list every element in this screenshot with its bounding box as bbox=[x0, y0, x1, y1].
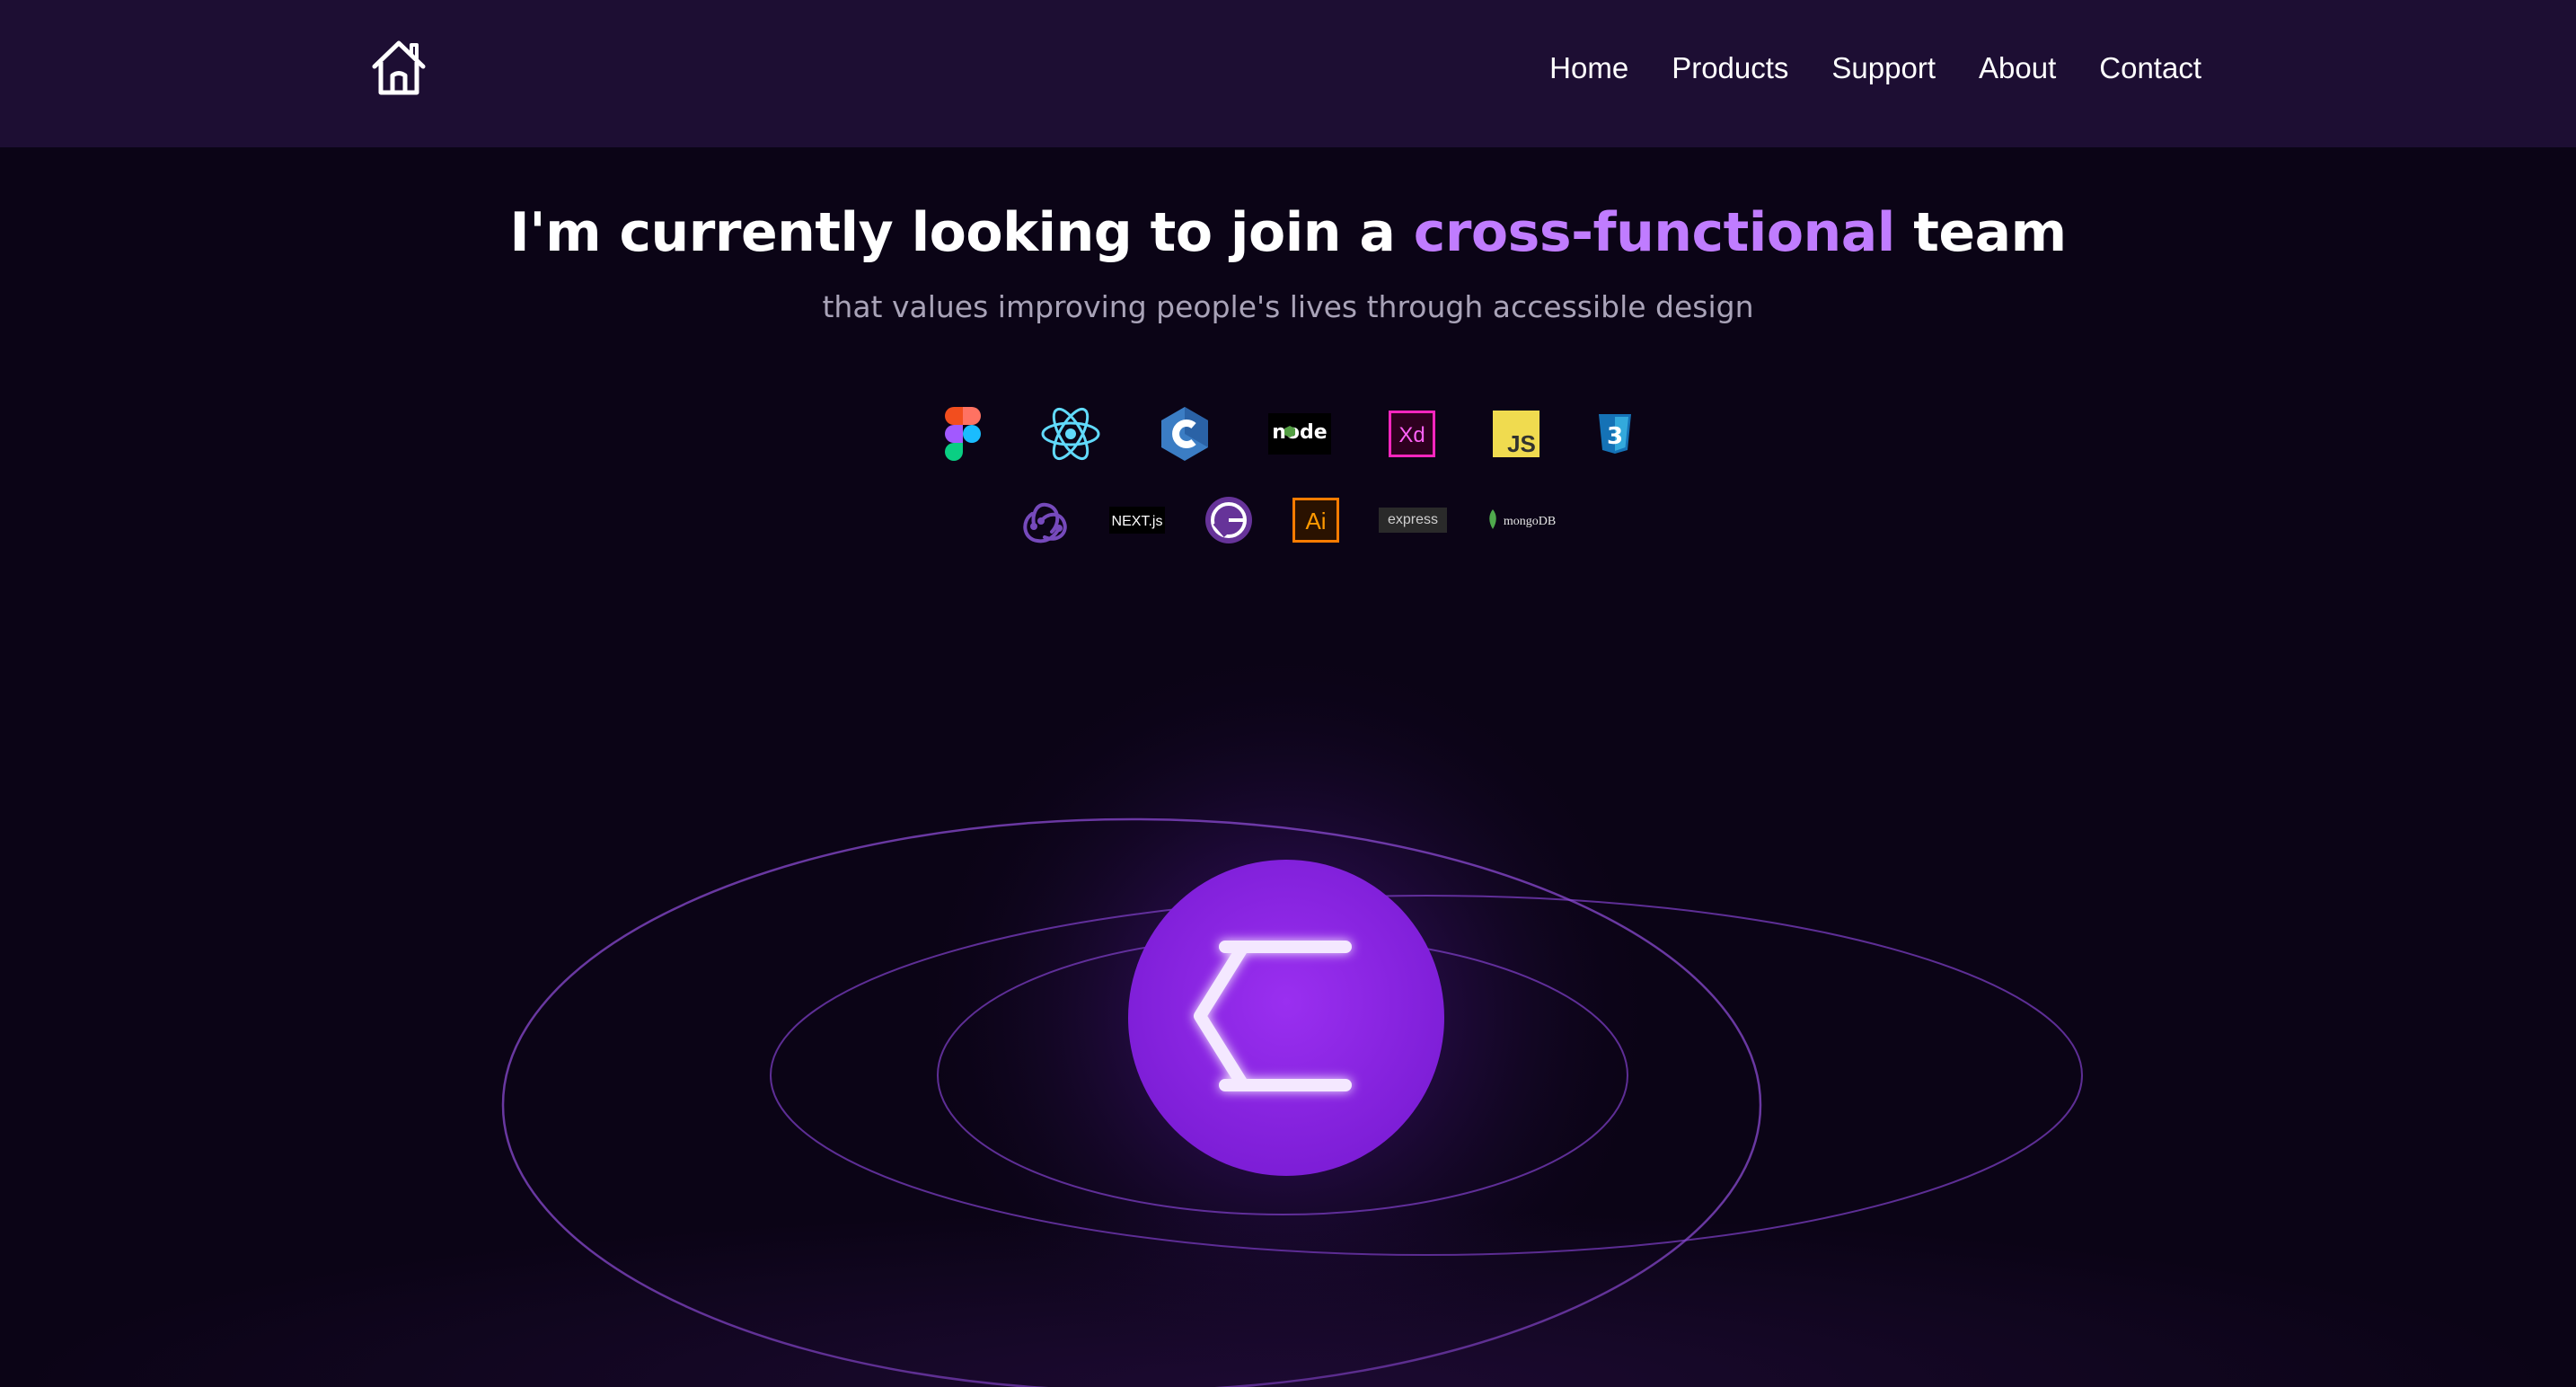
mongodb-label: mongoDB bbox=[1504, 515, 1556, 528]
xd-label: Xd bbox=[1398, 423, 1425, 447]
redux-icon bbox=[1018, 496, 1070, 544]
ai-label: Ai bbox=[1305, 508, 1326, 534]
hero-subline: that values improving people's lives thr… bbox=[822, 289, 1754, 324]
next-label: NEXT.js bbox=[1112, 514, 1163, 529]
tech-icons-row-2: NEXT.js Ai express mongoDB bbox=[0, 492, 2576, 548]
js-label: JS bbox=[1507, 430, 1536, 457]
tech-icons-row-1: node Xd JS 3 bbox=[0, 402, 2576, 466]
house-icon[interactable] bbox=[367, 36, 430, 99]
main-nav: Home Products Support About Contact bbox=[1549, 41, 2201, 95]
nav-link-about[interactable]: About bbox=[1979, 51, 2056, 85]
hero-orb-scene bbox=[0, 593, 2576, 1387]
c-icon bbox=[1159, 405, 1211, 463]
css-label: 3 bbox=[1607, 423, 1623, 450]
javascript-icon: JS bbox=[1493, 411, 1539, 457]
adobe-illustrator-icon: Ai bbox=[1292, 498, 1339, 543]
navbar: Home Products Support About Contact bbox=[0, 0, 2576, 147]
adobe-xd-icon: Xd bbox=[1389, 411, 1435, 457]
nav-link-home[interactable]: Home bbox=[1549, 51, 1628, 85]
orb-circle bbox=[1128, 860, 1444, 1176]
express-label: express bbox=[1388, 512, 1438, 527]
bottom-glow bbox=[0, 1207, 2576, 1387]
headline-text-before: I'm currently looking to join a bbox=[509, 201, 1396, 264]
headline-text-after: team bbox=[1913, 201, 2067, 264]
figma-icon bbox=[943, 407, 983, 461]
nodejs-icon: node bbox=[1268, 413, 1331, 455]
headline-accent-text: cross-functional bbox=[1413, 201, 1896, 264]
react-icon bbox=[1040, 407, 1101, 461]
nodejs-label: node bbox=[1272, 421, 1327, 444]
nav-link-contact[interactable]: Contact bbox=[2099, 51, 2201, 85]
nav-link-support[interactable]: Support bbox=[1831, 51, 1936, 85]
gatsby-icon bbox=[1204, 496, 1253, 544]
nextjs-icon: NEXT.js bbox=[1109, 507, 1165, 534]
hero-headline: I'm currently looking to join a cross-fu… bbox=[0, 201, 2576, 264]
express-icon: express bbox=[1379, 508, 1447, 533]
mongodb-icon: mongoDB bbox=[1486, 508, 1558, 533]
nav-link-products[interactable]: Products bbox=[1672, 51, 1788, 85]
css3-icon: 3 bbox=[1597, 412, 1633, 455]
